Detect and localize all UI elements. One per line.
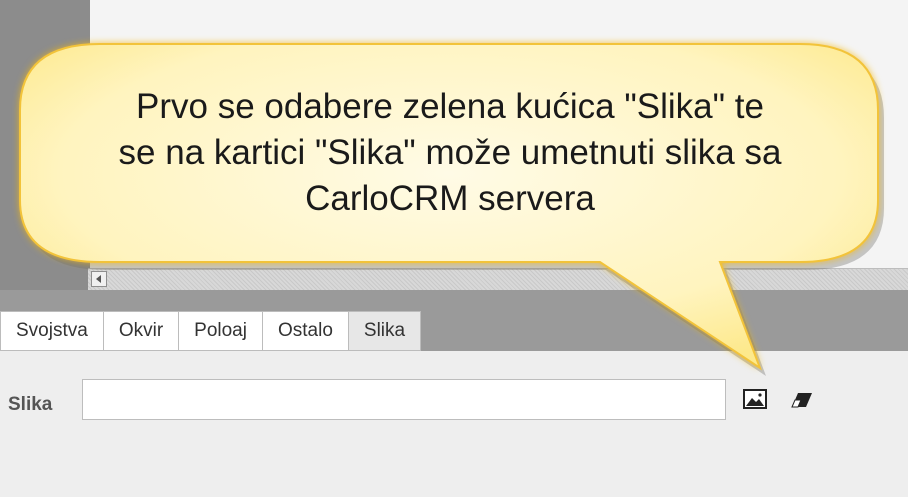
callout-line-2: se na kartici "Slika" može umetnuti slik… bbox=[118, 133, 782, 172]
callout-line-1: Prvo se odabere zelena kućica "Slika" te bbox=[136, 87, 764, 126]
speech-bubble bbox=[19, 43, 884, 376]
callout-text: Prvo se odabere zelena kućica "Slika" te… bbox=[40, 84, 860, 222]
callout-line-3: CarloCRM servera bbox=[305, 179, 595, 218]
